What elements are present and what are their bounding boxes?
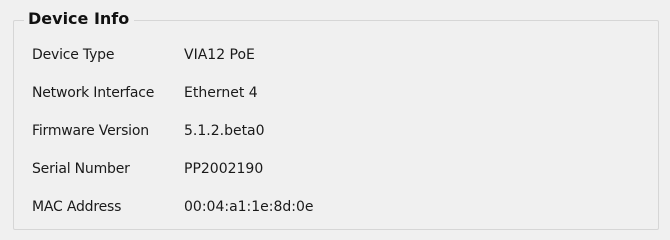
serial-number-value: PP2002190	[184, 161, 264, 177]
device-type-label: Device Type	[32, 47, 115, 63]
device-info-title: Device Info	[24, 9, 135, 29]
network-interface-value: Ethernet 4	[184, 85, 258, 101]
firmware-version-value: 5.1.2.beta0	[184, 123, 265, 139]
device-type-value: VIA12 PoE	[184, 47, 255, 63]
serial-number-label: Serial Number	[32, 161, 130, 177]
mac-address-label: MAC Address	[32, 199, 122, 215]
mac-address-value: 00:04:a1:1e:8d:0e	[184, 199, 314, 215]
network-interface-label: Network Interface	[32, 85, 155, 101]
firmware-version-label: Firmware Version	[32, 123, 149, 139]
